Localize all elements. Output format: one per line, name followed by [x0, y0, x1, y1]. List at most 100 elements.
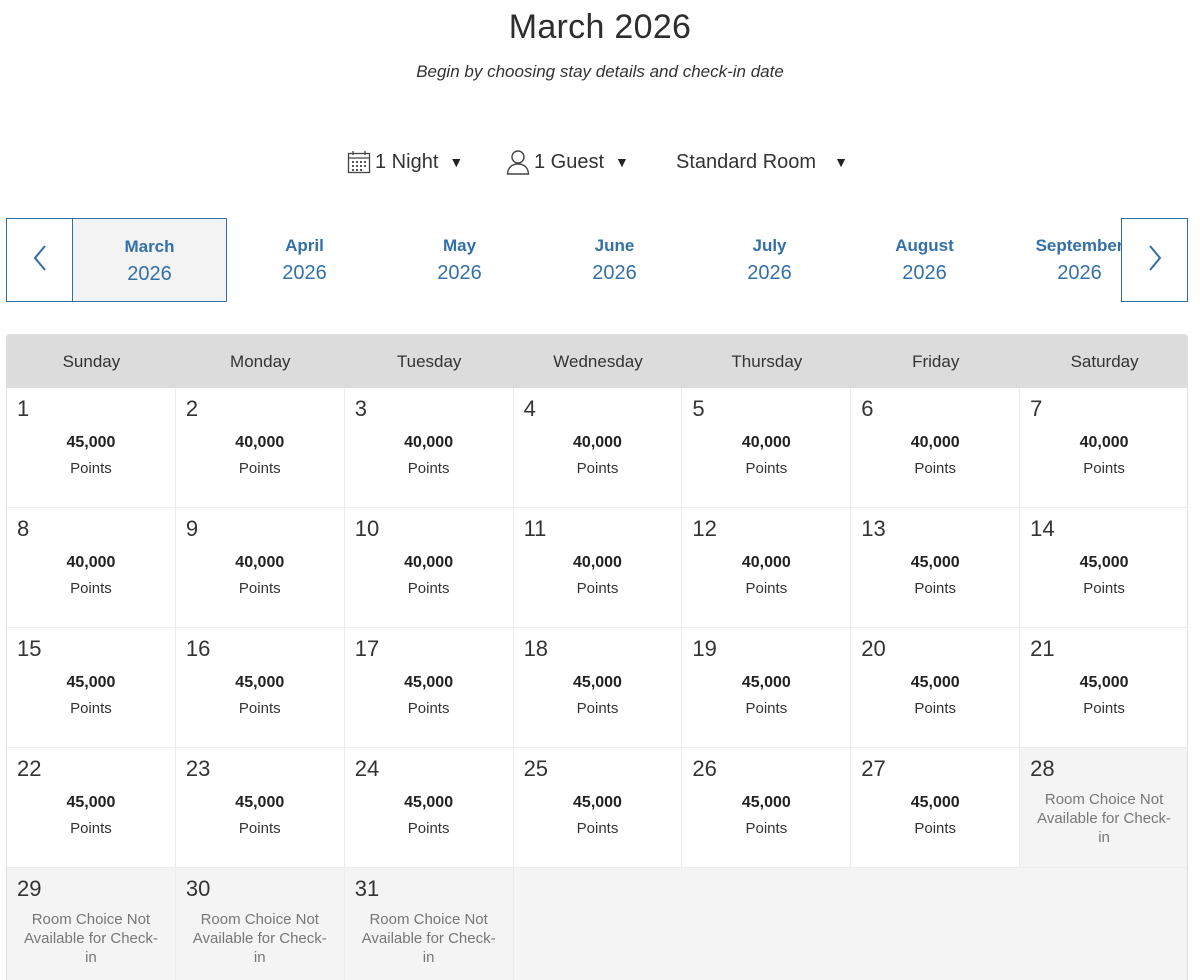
day-cell[interactable]: 19 45,000 Points: [682, 628, 852, 748]
day-cell[interactable]: 18 45,000 Points: [513, 628, 683, 748]
month-year: 2026: [902, 262, 947, 284]
points-value: 40,000: [235, 554, 285, 571]
month-year: 2026: [747, 262, 792, 284]
empty-cell: [851, 868, 1021, 980]
points-value: 45,000: [910, 554, 960, 571]
day-cell[interactable]: 15 45,000 Points: [7, 628, 176, 748]
points-label: Points: [407, 460, 450, 477]
month-year: 2026: [127, 263, 172, 285]
day-cell[interactable]: 4 40,000 Points: [513, 388, 683, 508]
points-value: 40,000: [741, 434, 791, 451]
day-cell[interactable]: 20 45,000 Points: [851, 628, 1021, 748]
points-value: 40,000: [1079, 434, 1129, 451]
day-number: 26: [692, 756, 717, 781]
day-number: 17: [354, 636, 380, 661]
day-cell[interactable]: 16 45,000 Points: [175, 628, 345, 748]
points-calendar: Sunday Monday Tuesday Wednesday Thursday Frid…: [6, 334, 1188, 980]
day-cell[interactable]: 14 45,000 Points: [1020, 508, 1187, 628]
day-cell[interactable]: 17 45,000 Points: [344, 628, 514, 748]
day-cell[interactable]: 7 40,000 Points: [1020, 388, 1187, 508]
day-cell[interactable]: 2 40,000 Points: [175, 388, 345, 508]
points-label: Points: [70, 700, 112, 717]
day-cell[interactable]: 5 40,000 Points: [682, 388, 852, 508]
points-label: Points: [1083, 460, 1125, 477]
month-tab-july[interactable]: July 2026: [692, 218, 847, 302]
day-cell[interactable]: 1 45,000 Points: [7, 388, 176, 508]
day-number: 27: [861, 756, 886, 781]
points-label: Points: [407, 820, 450, 837]
unavailable-note: Room Choice Not Available for Check-in: [192, 911, 327, 966]
weekday-sunday: Sunday: [62, 352, 121, 371]
day-cell[interactable]: 25 45,000 Points: [513, 748, 683, 868]
day-number: 6: [861, 396, 874, 421]
day-cell[interactable]: 8 40,000 Points: [7, 508, 176, 628]
day-cell: 31 Room Choice Not Available for Check-in: [344, 868, 514, 980]
day-number: 2: [185, 396, 199, 421]
points-value: 45,000: [573, 794, 622, 811]
day-cell[interactable]: 3 40,000 Points: [344, 388, 514, 508]
points-value: 45,000: [910, 794, 960, 811]
stay-filters: 1 Night ▼ 1 Guest ▼ Standard Room ▼: [0, 144, 1200, 180]
day-cell[interactable]: 26 45,000 Points: [682, 748, 852, 868]
points-label: Points: [407, 700, 450, 717]
nights-label: 1 Night: [375, 150, 439, 173]
room-type-dropdown[interactable]: Standard Room ▼: [676, 144, 848, 180]
day-number: 5: [692, 396, 705, 421]
points-label: Points: [70, 580, 112, 597]
day-number: 30: [185, 876, 211, 901]
empty-cell: [682, 868, 852, 980]
month-tab-april[interactable]: April 2026: [227, 218, 382, 302]
points-label: Points: [238, 700, 281, 717]
month-year: 2026: [282, 262, 327, 284]
day-cell[interactable]: 24 45,000 Points: [344, 748, 514, 868]
day-cell[interactable]: 22 45,000 Points: [7, 748, 176, 868]
month-tab-may[interactable]: May 2026: [382, 218, 537, 302]
day-number: 11: [523, 516, 547, 541]
points-label: Points: [238, 460, 281, 477]
day-number: 15: [17, 636, 42, 661]
day-cell[interactable]: 12 40,000 Points: [682, 508, 852, 628]
chevron-left-icon: [32, 244, 48, 277]
nights-dropdown[interactable]: 1 Night ▼: [347, 144, 463, 180]
month-name: August: [895, 236, 954, 255]
day-cell[interactable]: 13 45,000 Points: [851, 508, 1021, 628]
day-number: 7: [1030, 396, 1043, 421]
day-cell[interactable]: 10 40,000 Points: [344, 508, 514, 628]
caret-down-icon: ▼: [834, 154, 848, 170]
calendar-icon: [347, 150, 371, 174]
day-number: 16: [185, 636, 211, 661]
points-label: Points: [407, 580, 450, 597]
day-cell[interactable]: 23 45,000 Points: [175, 748, 345, 868]
points-value: 45,000: [741, 674, 791, 691]
month-year: 2026: [592, 262, 637, 284]
day-number: 28: [1030, 756, 1055, 781]
day-number: 21: [1030, 636, 1055, 661]
month-tab-march[interactable]: March 2026: [72, 218, 227, 302]
guests-dropdown[interactable]: 1 Guest ▼: [506, 144, 629, 180]
month-tab-august[interactable]: August 2026: [847, 218, 1002, 302]
points-value: 45,000: [66, 674, 116, 691]
points-value: 45,000: [1079, 674, 1129, 691]
points-label: Points: [70, 820, 112, 837]
next-month-button[interactable]: [1121, 218, 1188, 302]
calendar-grid: 1 45,000 Points 2 40,000 Points 3 40,000 Points 4…: [7, 388, 1187, 980]
month-name: March: [124, 237, 175, 256]
day-cell[interactable]: 6 40,000 Points: [851, 388, 1021, 508]
day-cell[interactable]: 21 45,000 Points: [1020, 628, 1187, 748]
points-value: 40,000: [910, 434, 960, 451]
points-value: 40,000: [404, 554, 454, 571]
points-value: 40,000: [573, 554, 622, 571]
day-cell[interactable]: 11 40,000 Points: [513, 508, 683, 628]
weekday-friday: Friday: [912, 352, 960, 371]
points-value: 45,000: [235, 794, 285, 811]
previous-month-button[interactable]: [6, 218, 73, 302]
points-value: 45,000: [573, 674, 622, 691]
page-subtitle: Begin by choosing stay details and check…: [416, 62, 784, 81]
day-cell[interactable]: 27 45,000 Points: [851, 748, 1021, 868]
points-label: Points: [238, 580, 281, 597]
points-value: 45,000: [235, 674, 285, 691]
month-tab-june[interactable]: June 2026: [537, 218, 692, 302]
points-value: 45,000: [404, 674, 454, 691]
day-cell[interactable]: 9 40,000 Points: [175, 508, 345, 628]
points-label: Points: [914, 580, 957, 597]
